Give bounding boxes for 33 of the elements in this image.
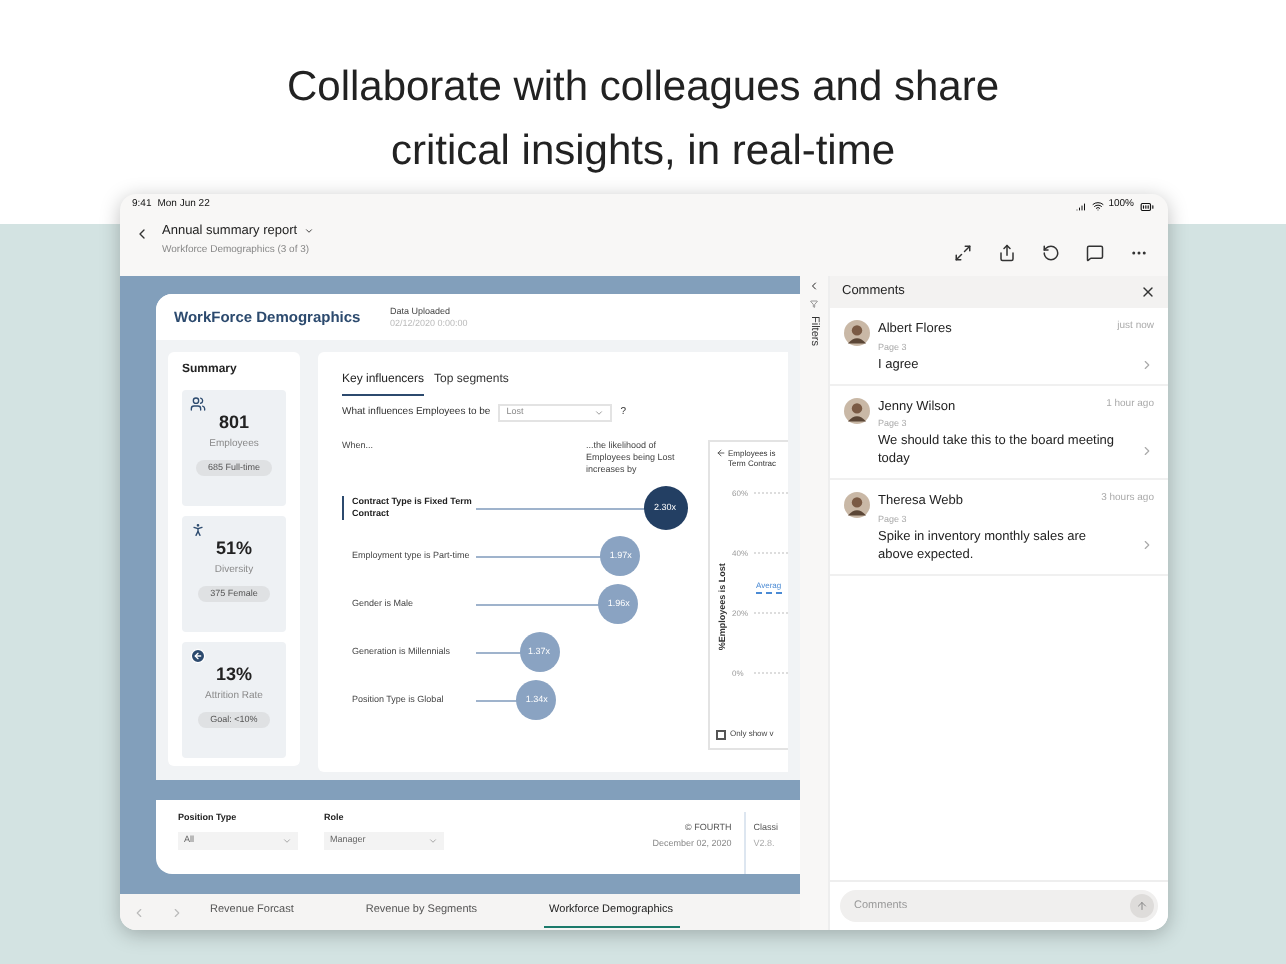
avatar [844, 492, 870, 518]
share-button[interactable] [998, 244, 1016, 262]
expand-button[interactable] [954, 244, 972, 262]
checkbox[interactable] [716, 729, 726, 739]
undo-button[interactable] [1042, 244, 1060, 262]
people-icon [190, 396, 206, 412]
previous-page-icon [132, 905, 146, 919]
person-icon [190, 522, 206, 538]
caret-icon [303, 226, 314, 237]
headline: Collaborate with colleagues and share critical insights, in real-time [284, 62, 1002, 178]
caret-icon [282, 835, 292, 846]
chevron-icon [1140, 443, 1154, 457]
chevron-icon [1140, 357, 1154, 371]
collapse-icon [808, 280, 820, 292]
stat-value: 801 [218, 412, 250, 434]
avatar [844, 320, 870, 346]
filter-icon [810, 300, 818, 308]
avatar [844, 397, 870, 423]
back-button[interactable] [134, 226, 150, 242]
chevron-icon [1140, 538, 1154, 552]
caret-icon [428, 835, 438, 846]
up-arrow-icon [1136, 900, 1148, 912]
wifi-icon [1092, 200, 1105, 212]
battery-icon [1138, 199, 1156, 213]
close-button[interactable] [1140, 284, 1156, 300]
next-page-icon [170, 905, 184, 919]
caret-icon [594, 408, 605, 418]
stat-value: 13% [215, 664, 252, 686]
back-arrow-icon [716, 448, 726, 458]
arrow-circle-icon [190, 648, 206, 664]
signal-icon [1076, 200, 1089, 212]
stat-value: 51% [215, 538, 252, 560]
comment-button[interactable] [1086, 244, 1104, 262]
